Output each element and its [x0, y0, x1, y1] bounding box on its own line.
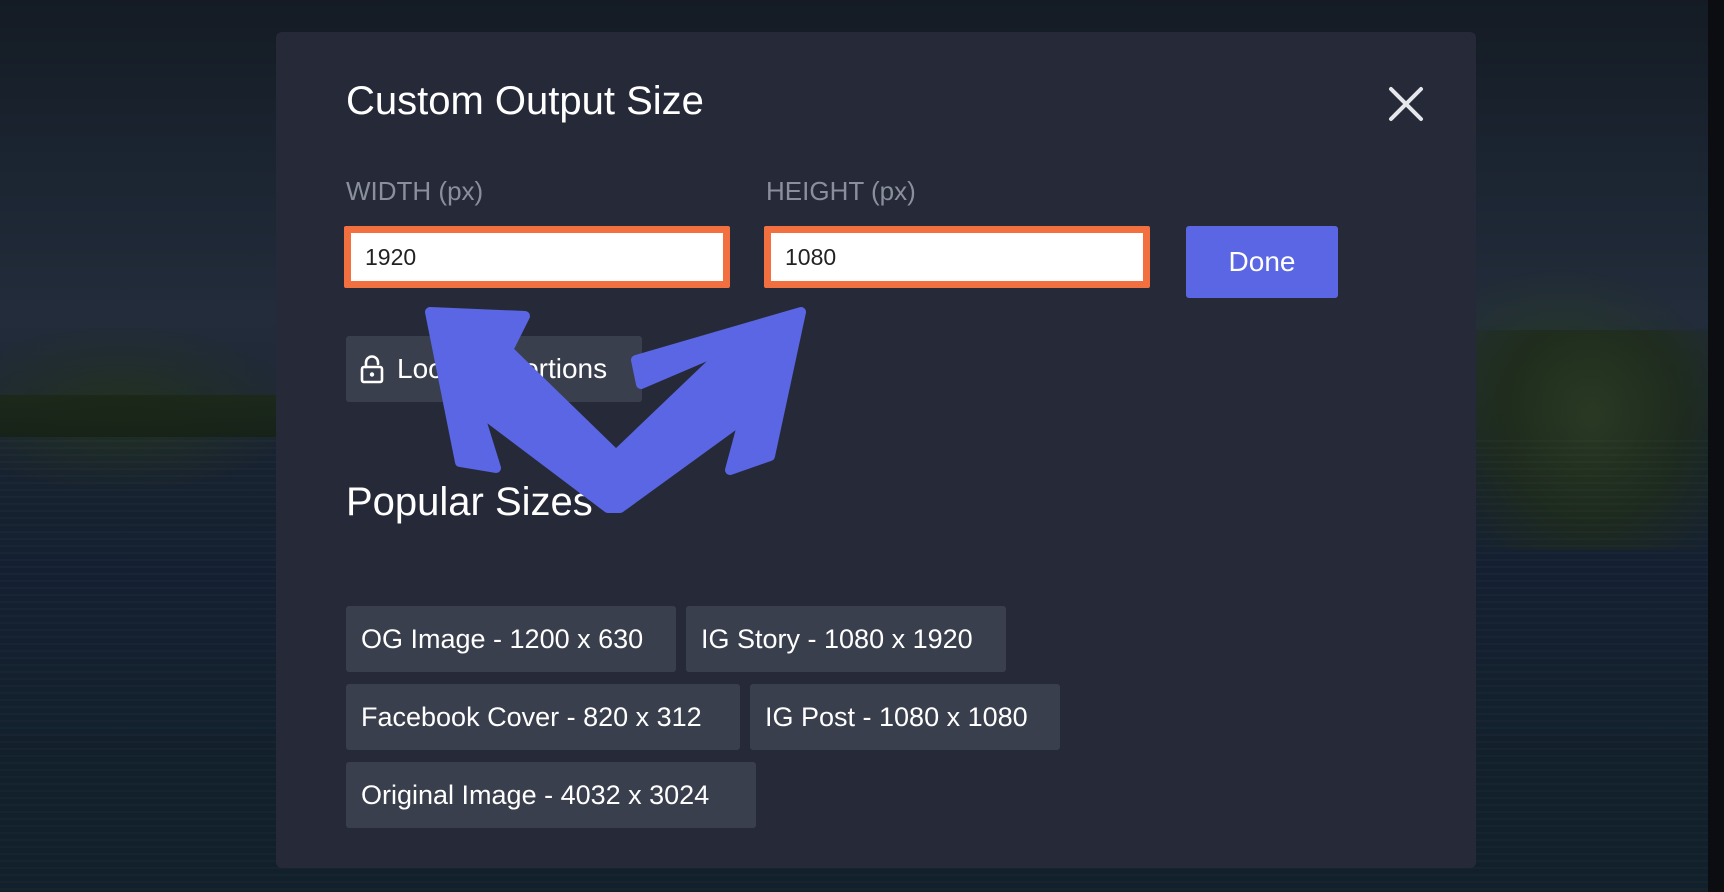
close-button[interactable]: [1384, 82, 1428, 126]
popular-sizes-title: Popular Sizes: [346, 480, 593, 524]
preset-facebook-cover[interactable]: Facebook Cover - 820 x 312: [346, 684, 740, 750]
preset-og-image[interactable]: OG Image - 1200 x 630: [346, 606, 676, 672]
height-label: HEIGHT (px): [766, 176, 916, 206]
preset-original-image[interactable]: Original Image - 4032 x 3024: [346, 762, 756, 828]
background-treeline-left: [0, 395, 276, 437]
preset-ig-post[interactable]: IG Post - 1080 x 1080: [750, 684, 1060, 750]
window-edge: [1708, 0, 1724, 892]
height-input[interactable]: [764, 226, 1150, 288]
lock-proportions-button[interactable]: Lock Proportions: [346, 336, 642, 402]
lock-icon: [359, 354, 385, 384]
preset-ig-story[interactable]: IG Story - 1080 x 1920: [686, 606, 1006, 672]
custom-size-dialog: Custom Output Size WIDTH (px) HEIGHT (px…: [276, 32, 1476, 868]
width-input[interactable]: [344, 226, 730, 288]
close-icon: [1389, 87, 1423, 121]
lock-proportions-label: Lock Proportions: [397, 353, 608, 384]
width-label: WIDTH (px): [346, 176, 484, 206]
done-button[interactable]: Done: [1186, 226, 1338, 298]
dialog-title: Custom Output Size: [346, 79, 704, 123]
